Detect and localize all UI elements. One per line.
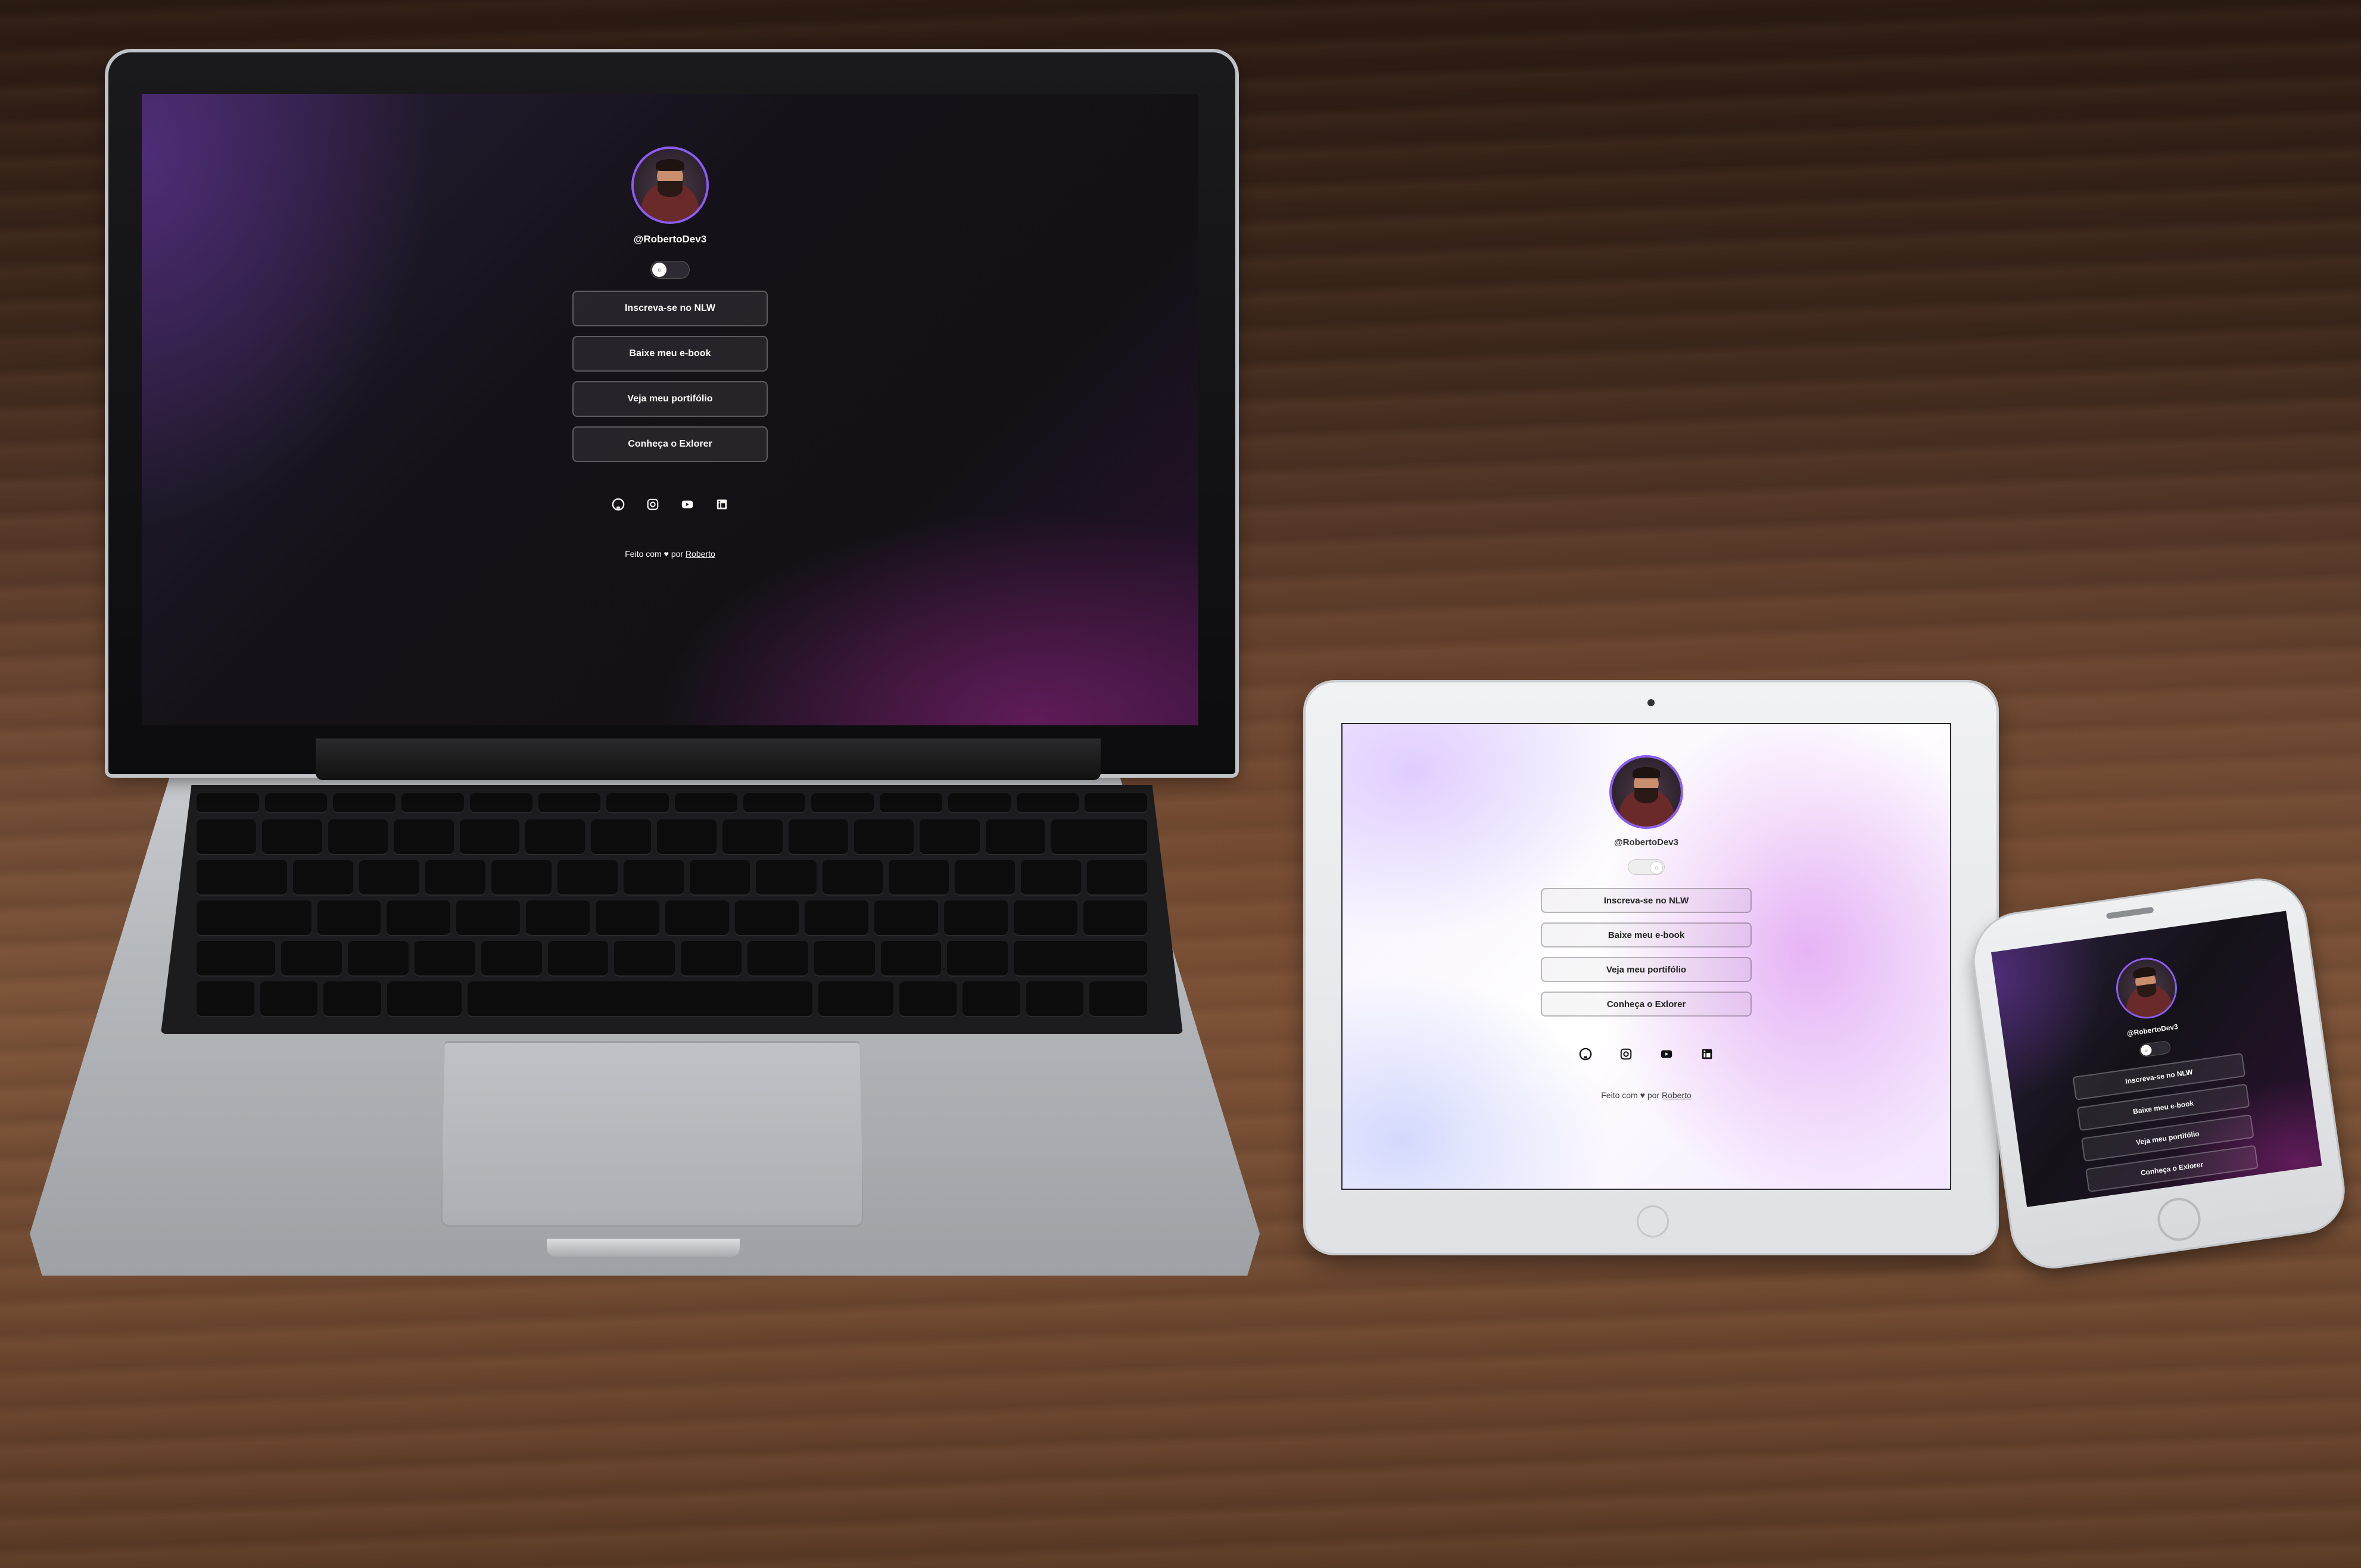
link-button-nlw[interactable]: Inscreva-se no NLW <box>1541 888 1752 913</box>
github-icon[interactable] <box>612 498 625 511</box>
profile-avatar <box>2114 956 2179 1021</box>
phone-home-button[interactable] <box>2154 1195 2204 1244</box>
link-button-explorer[interactable]: Conheça o Exlorer <box>1541 992 1752 1017</box>
social-links <box>1579 1048 1714 1061</box>
instagram-icon[interactable] <box>1619 1048 1633 1061</box>
heart-icon: ♥ <box>1640 1090 1645 1100</box>
linkedin-icon[interactable] <box>1700 1048 1714 1061</box>
tablet: @RobertoDev3 ☼ Inscreva-se no NLW Baixe … <box>1306 682 1996 1253</box>
profile-username: @RobertoDev3 <box>633 233 707 245</box>
youtube-icon[interactable] <box>1660 1048 1673 1061</box>
theme-toggle[interactable]: ☼ <box>1628 859 1665 875</box>
profile-avatar <box>1612 757 1681 827</box>
profile-page-dark: @RobertoDev3 ☼ Inscreva-se no NLW Baixe … <box>142 94 1198 725</box>
link-list: Inscreva-se no NLW Baixe meu e-book Veja… <box>1541 888 1752 1017</box>
link-button-nlw[interactable]: Inscreva-se no NLW <box>572 291 768 326</box>
profile-avatar <box>634 149 706 222</box>
phone: @RobertoDev3 ☼ Inscreva-se no NLW Baixe … <box>1968 874 2348 1273</box>
laptop-screen: @RobertoDev3 ☼ Inscreva-se no NLW Baixe … <box>142 94 1198 725</box>
github-icon[interactable] <box>1579 1048 1592 1061</box>
laptop-trackpad <box>441 1041 864 1227</box>
laptop-hinge <box>316 738 1101 780</box>
profile-page-dark: @RobertoDev3 ☼ Inscreva-se no NLW Baixe … <box>1991 911 2322 1207</box>
sun-icon: ☼ <box>2140 1044 2153 1056</box>
theme-toggle[interactable]: ☼ <box>2139 1040 2172 1058</box>
tablet-camera <box>1647 699 1655 706</box>
profile-page-light: @RobertoDev3 ☼ Inscreva-se no NLW Baixe … <box>1343 724 1950 1189</box>
linkedin-icon[interactable] <box>715 498 728 511</box>
link-button-portfolio[interactable]: Veja meu portifólio <box>1541 957 1752 982</box>
link-list: Inscreva-se no NLW Baixe meu e-book Veja… <box>572 291 768 462</box>
link-button-ebook[interactable]: Baixe meu e-book <box>1541 922 1752 947</box>
phone-speaker <box>2105 906 2154 919</box>
laptop-keyboard <box>161 785 1183 1034</box>
link-button-ebook[interactable]: Baixe meu e-book <box>572 336 768 372</box>
sun-icon: ☼ <box>1650 861 1663 874</box>
theme-toggle[interactable]: ☼ <box>650 261 690 279</box>
instagram-icon[interactable] <box>646 498 659 511</box>
author-link[interactable]: Roberto <box>1662 1090 1692 1100</box>
phone-screen: @RobertoDev3 ☼ Inscreva-se no NLW Baixe … <box>1991 911 2322 1207</box>
heart-icon: ♥ <box>664 549 669 559</box>
sun-icon: ☼ <box>652 263 666 277</box>
link-button-portfolio[interactable]: Veja meu portifólio <box>572 381 768 417</box>
tablet-screen: @RobertoDev3 ☼ Inscreva-se no NLW Baixe … <box>1341 723 1951 1190</box>
tablet-home-button[interactable] <box>1637 1205 1669 1237</box>
link-list: Inscreva-se no NLW Baixe meu e-book Veja… <box>2072 1053 2259 1193</box>
link-button-explorer[interactable]: Conheça o Exlorer <box>572 426 768 462</box>
device-mockup-scene: @RobertoDev3 ☼ Inscreva-se no NLW Baixe … <box>0 0 2361 1568</box>
page-footer: Feito com ♥ por Roberto <box>625 549 715 559</box>
profile-username: @RobertoDev3 <box>1614 837 1678 847</box>
page-footer: Feito com ♥ por Roberto <box>1601 1090 1692 1100</box>
laptop-lid: @RobertoDev3 ☼ Inscreva-se no NLW Baixe … <box>108 52 1235 774</box>
social-links <box>612 498 728 511</box>
author-link[interactable]: Roberto <box>686 549 715 559</box>
youtube-icon[interactable] <box>681 498 694 511</box>
profile-username: @RobertoDev3 <box>2126 1022 2179 1038</box>
laptop-opening-notch <box>547 1239 740 1257</box>
